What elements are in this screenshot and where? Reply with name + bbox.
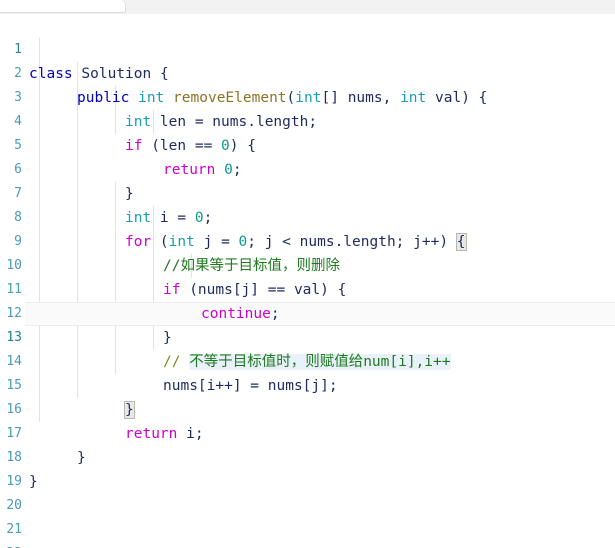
code-line[interactable]: 2 public int removeElement(int[] nums, i… bbox=[0, 38, 615, 106]
code-line[interactable]: 10 if (nums[j] == val) { bbox=[0, 230, 615, 298]
code-line[interactable]: 4 if (len == 0) { bbox=[0, 86, 615, 154]
code-line[interactable]: 21 bbox=[0, 494, 615, 537]
code-line[interactable]: 1 class Solution { bbox=[0, 14, 615, 82]
editor-tab[interactable] bbox=[0, 0, 126, 13]
code-editor-window: 1 class Solution { 2 public int removeEl… bbox=[0, 0, 615, 548]
code-line[interactable]: 3 int len = nums.length; bbox=[0, 62, 615, 130]
editor-tab-strip bbox=[0, 0, 615, 15]
code-line[interactable]: 12 } bbox=[0, 278, 615, 346]
code-line[interactable]: 8 for (int j = 0; j < nums.length; j++) … bbox=[0, 182, 615, 251]
code-line[interactable]: 7 int i = 0; bbox=[0, 158, 615, 226]
code-line[interactable]: 20 bbox=[0, 470, 615, 513]
code-line[interactable]: 6 } bbox=[0, 134, 615, 202]
code-line[interactable]: 5 return 0; bbox=[0, 110, 615, 178]
code-line[interactable]: 19 bbox=[0, 446, 615, 489]
code-line[interactable]: 22 bbox=[0, 518, 615, 548]
line-number: 22 bbox=[0, 542, 22, 548]
code-content-area[interactable]: 1 class Solution { 2 public int removeEl… bbox=[0, 14, 615, 548]
code-line[interactable]: 15 } bbox=[0, 350, 615, 419]
code-line-active[interactable]: 13 // 不等于目标值时，则赋值给num[i],i++ bbox=[0, 302, 615, 370]
code-line[interactable]: 17 } bbox=[0, 398, 615, 466]
code-line[interactable]: 14 nums[i++] = nums[j]; bbox=[0, 326, 615, 394]
code-line[interactable]: 9 //如果等于目标值，则删除 bbox=[0, 206, 615, 274]
code-line[interactable]: 18 } bbox=[0, 422, 615, 490]
code-line[interactable]: 16 return i; bbox=[0, 374, 615, 442]
code-line[interactable]: 11 continue; bbox=[0, 254, 615, 322]
